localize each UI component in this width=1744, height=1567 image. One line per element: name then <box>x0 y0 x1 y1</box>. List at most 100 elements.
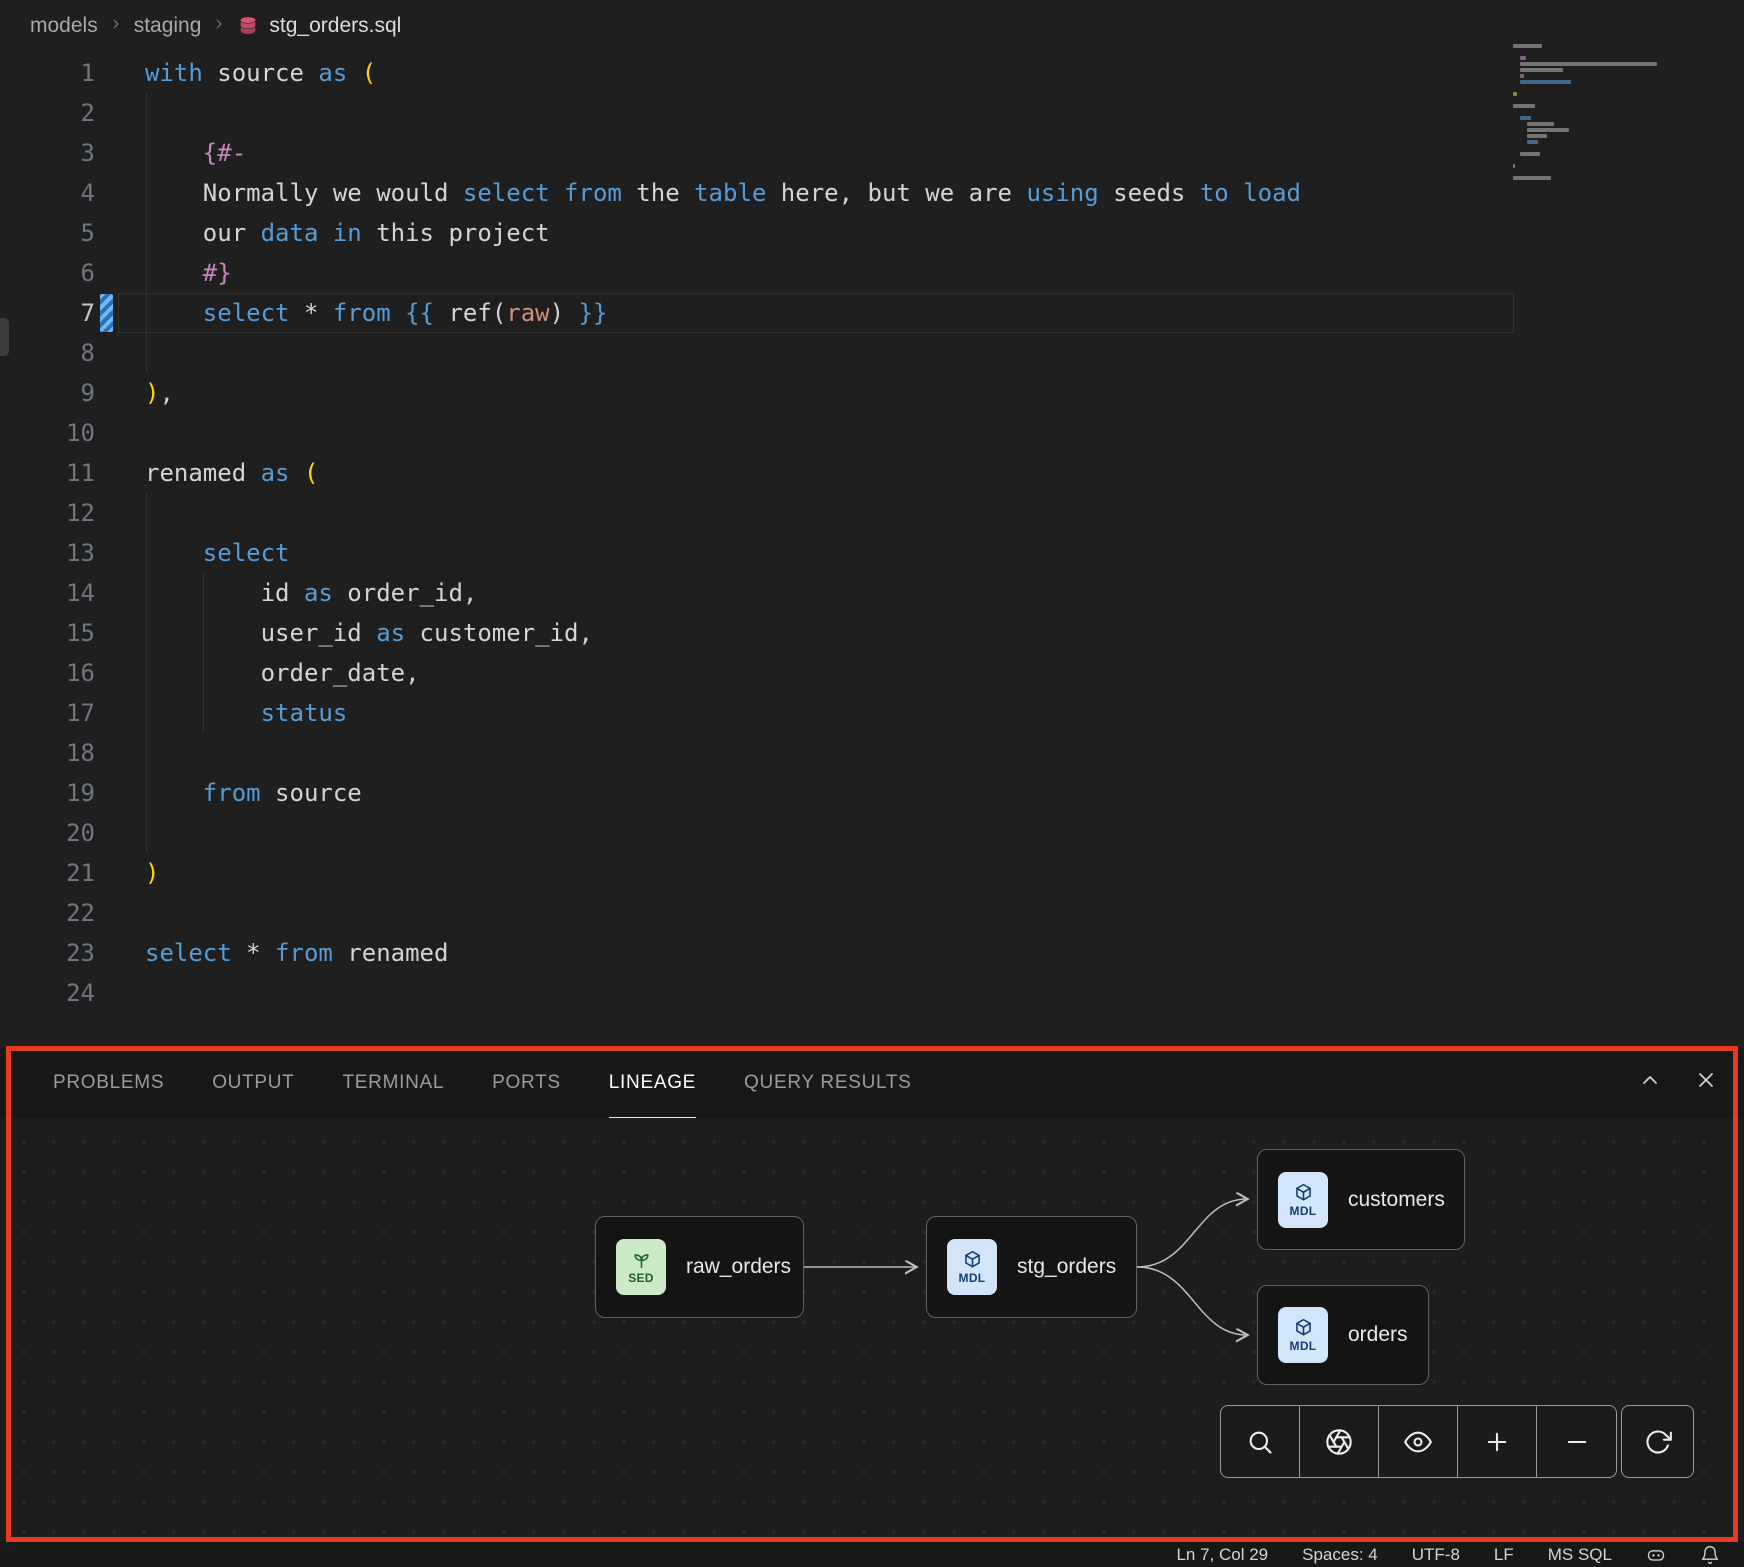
lineage-node-orders[interactable]: MDL orders <box>1257 1285 1429 1385</box>
line-number[interactable]: 5 <box>0 213 95 253</box>
line-number[interactable]: 14 <box>0 573 95 613</box>
panel-tab-bar: PROBLEMS OUTPUT TERMINAL PORTS LINEAGE Q… <box>0 1048 1744 1118</box>
line-number[interactable]: 20 <box>0 813 95 853</box>
code-line[interactable]: 15 user_id as customer_id, <box>0 613 1744 653</box>
line-number[interactable]: 21 <box>0 853 95 893</box>
minimap-line <box>1520 116 1531 120</box>
code-line[interactable]: 14 id as order_id, <box>0 573 1744 613</box>
line-number[interactable]: 2 <box>0 93 95 133</box>
zoom-in-button[interactable] <box>1458 1406 1537 1477</box>
minimap[interactable] <box>1513 44 1705 188</box>
model-cube-icon: MDL <box>947 1239 997 1295</box>
panel-maximize-icon[interactable] <box>1638 1068 1662 1098</box>
line-number[interactable]: 24 <box>0 973 95 1013</box>
chevron-right-icon <box>211 14 227 38</box>
aperture-button[interactable] <box>1300 1406 1379 1477</box>
line-number[interactable]: 16 <box>0 653 95 693</box>
breadcrumb-staging[interactable]: staging <box>134 14 202 38</box>
node-label: orders <box>1348 1323 1408 1347</box>
minimap-line <box>1513 92 1517 96</box>
code-line[interactable]: 11renamed as ( <box>0 453 1744 493</box>
tab-problems[interactable]: PROBLEMS <box>53 1048 164 1118</box>
line-number[interactable]: 7 <box>0 293 95 333</box>
line-number[interactable]: 15 <box>0 613 95 653</box>
line-number[interactable]: 19 <box>0 773 95 813</box>
line-number[interactable]: 1 <box>0 53 95 93</box>
code-line[interactable]: 3 {#- <box>0 133 1744 173</box>
lineage-canvas[interactable]: SED raw_orders MDL stg_orders MDL custom… <box>0 1118 1744 1542</box>
code-line[interactable]: 9), <box>0 373 1744 413</box>
code-line[interactable]: 2 <box>0 93 1744 133</box>
code-line[interactable]: 16 order_date, <box>0 653 1744 693</box>
encoding[interactable]: UTF-8 <box>1412 1545 1460 1565</box>
line-number[interactable]: 11 <box>0 453 95 493</box>
tab-ports[interactable]: PORTS <box>492 1048 561 1118</box>
minimap-line <box>1527 122 1554 126</box>
minimap-line <box>1527 128 1568 132</box>
code-line[interactable]: 19 from source <box>0 773 1744 813</box>
code-line[interactable]: 6 #} <box>0 253 1744 293</box>
bell-icon[interactable] <box>1700 1545 1720 1565</box>
tab-terminal[interactable]: TERMINAL <box>343 1048 445 1118</box>
line-number[interactable]: 3 <box>0 133 95 173</box>
breadcrumb: models staging stg_orders.sql <box>30 8 401 44</box>
code-line[interactable]: 22 <box>0 893 1744 933</box>
breadcrumb-filename[interactable]: stg_orders.sql <box>269 14 401 38</box>
node-label: stg_orders <box>1017 1255 1116 1279</box>
language-mode[interactable]: MS SQL <box>1548 1545 1612 1565</box>
line-number[interactable]: 10 <box>0 413 95 453</box>
refresh-button[interactable] <box>1622 1406 1693 1477</box>
code-line[interactable]: 17 status <box>0 693 1744 733</box>
eye-button[interactable] <box>1379 1406 1458 1477</box>
code-line[interactable]: 8 <box>0 333 1744 373</box>
code-line[interactable]: 12 <box>0 493 1744 533</box>
minimap-line <box>1513 164 1515 168</box>
code-line[interactable]: 23select * from renamed <box>0 933 1744 973</box>
code-line[interactable]: 21) <box>0 853 1744 893</box>
breadcrumb-models[interactable]: models <box>30 14 98 38</box>
minimap-line <box>1513 44 1542 48</box>
node-label: raw_orders <box>686 1255 791 1279</box>
line-number[interactable]: 6 <box>0 253 95 293</box>
eol-setting[interactable]: LF <box>1494 1545 1514 1565</box>
code-editor[interactable]: 1with source as (23 {#-4 Normally we wou… <box>0 53 1744 1013</box>
code-line[interactable]: 10 <box>0 413 1744 453</box>
line-number[interactable]: 8 <box>0 333 95 373</box>
panel-close-icon[interactable] <box>1694 1068 1718 1098</box>
code-line[interactable]: 13 select <box>0 533 1744 573</box>
zoom-out-button[interactable] <box>1537 1406 1616 1477</box>
line-number[interactable]: 12 <box>0 493 95 533</box>
code-line[interactable]: 24 <box>0 973 1744 1013</box>
seed-icon: SED <box>616 1239 666 1295</box>
code-line[interactable]: 1with source as ( <box>0 53 1744 93</box>
line-number[interactable]: 23 <box>0 933 95 973</box>
node-badge: MDL <box>1290 1339 1317 1353</box>
status-bar: Ln 7, Col 29 Spaces: 4 UTF-8 LF MS SQL <box>0 1542 1744 1567</box>
line-number[interactable]: 9 <box>0 373 95 413</box>
line-number[interactable]: 13 <box>0 533 95 573</box>
line-number[interactable]: 4 <box>0 173 95 213</box>
code-line[interactable]: 5 our data in this project <box>0 213 1744 253</box>
indentation-setting[interactable]: Spaces: 4 <box>1302 1545 1378 1565</box>
cursor-position[interactable]: Ln 7, Col 29 <box>1176 1545 1268 1565</box>
minimap-line <box>1520 74 1524 78</box>
tab-lineage[interactable]: LINEAGE <box>609 1048 696 1118</box>
code-line[interactable]: 4 Normally we would select from the tabl… <box>0 173 1744 213</box>
minimap-line <box>1520 68 1563 72</box>
minimap-line <box>1520 152 1540 156</box>
line-number[interactable]: 22 <box>0 893 95 933</box>
search-button[interactable] <box>1221 1406 1300 1477</box>
lineage-node-raw-orders[interactable]: SED raw_orders <box>595 1216 804 1318</box>
code-line[interactable]: 7 select * from {{ ref(raw) }} <box>0 293 1744 333</box>
code-line[interactable]: 20 <box>0 813 1744 853</box>
line-number[interactable]: 18 <box>0 733 95 773</box>
lineage-node-stg-orders[interactable]: MDL stg_orders <box>926 1216 1137 1318</box>
code-line[interactable]: 18 <box>0 733 1744 773</box>
minimap-line <box>1513 176 1551 180</box>
tab-query-results[interactable]: QUERY RESULTS <box>744 1048 911 1118</box>
minimap-line <box>1520 62 1657 66</box>
copilot-icon[interactable] <box>1646 1545 1666 1565</box>
lineage-node-customers[interactable]: MDL customers <box>1257 1149 1465 1250</box>
line-number[interactable]: 17 <box>0 693 95 733</box>
tab-output[interactable]: OUTPUT <box>212 1048 294 1118</box>
